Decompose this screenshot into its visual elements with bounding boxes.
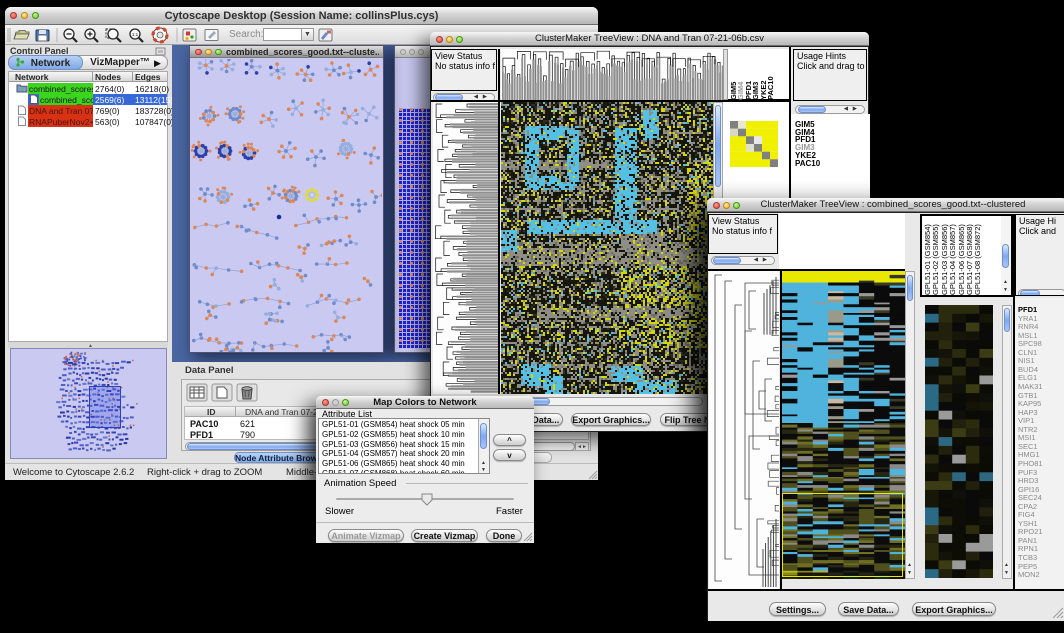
- svg-text:1:1: 1:1: [132, 32, 139, 37]
